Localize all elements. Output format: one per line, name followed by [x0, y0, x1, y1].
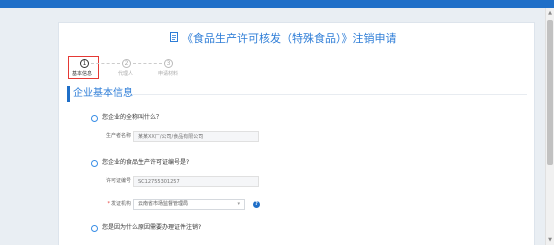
vertical-scrollbar[interactable]: ▲ ▼	[545, 8, 554, 245]
question-chat-icon	[91, 160, 98, 167]
page-title-text: 《食品生产许可核发（特殊食品）》注销申请	[182, 32, 397, 45]
top-header-bar	[0, 0, 554, 8]
scroll-down-arrow-icon[interactable]: ▼	[546, 237, 554, 243]
license-number-input[interactable]	[133, 176, 259, 187]
section-divider	[132, 94, 527, 95]
help-icon[interactable]: ?	[253, 201, 260, 208]
step-2-label: 代理人	[118, 71, 134, 77]
issuing-authority-select[interactable]: 云南省市场监督管理局 ▾	[133, 199, 245, 210]
question-chat-icon	[91, 115, 98, 122]
question-license-number: 您企业的食品生产许可证编号是?	[102, 159, 190, 166]
issuing-authority-label: *发证机构	[101, 199, 131, 209]
step-2-number: 2	[122, 59, 131, 68]
step-3-number: 3	[164, 59, 173, 68]
section-title: 企业基本信息	[73, 88, 133, 99]
required-mark: *	[107, 201, 110, 207]
step-1-number: 1	[80, 59, 89, 68]
producer-name-input[interactable]	[133, 131, 259, 142]
document-icon	[170, 31, 178, 47]
step-1-label: 基本信息	[72, 71, 93, 77]
question-chat-icon	[91, 225, 98, 232]
issuing-authority-label-text: 发证机构	[110, 201, 131, 207]
license-number-label: 许可证编号	[105, 178, 131, 184]
scroll-up-arrow-icon[interactable]: ▲	[546, 10, 554, 16]
chevron-down-icon: ▾	[237, 201, 240, 207]
issuing-authority-value: 云南省市场监督管理局	[138, 201, 189, 207]
section-accent-bar	[67, 86, 70, 102]
producer-name-label: 生产者名称	[105, 133, 131, 139]
step-connector	[133, 63, 162, 64]
step-3-label: 申请材料	[158, 71, 179, 77]
page-title: 《食品生产许可核发（特殊食品）》注销申请	[170, 31, 397, 47]
scroll-thumb[interactable]	[547, 20, 553, 165]
question-cancel-reason: 您是因为什么原因需要办理证件注销?	[102, 224, 202, 231]
question-company-name: 您企业的全称叫什么？	[102, 114, 163, 121]
step-connector	[91, 63, 120, 64]
